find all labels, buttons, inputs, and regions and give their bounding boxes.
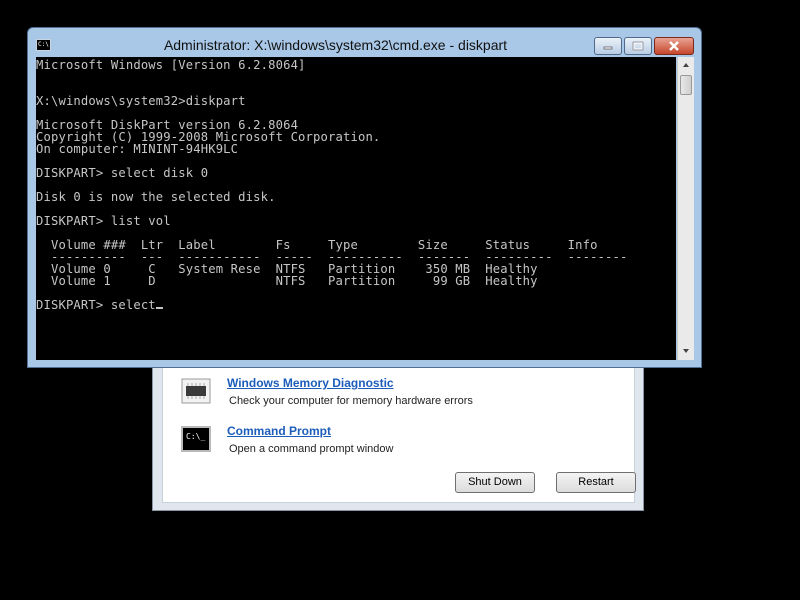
console-line: Microsoft Windows [Version 6.2.8064] [36,58,306,72]
cmd-window: C:\ Administrator: X:\windows\system32\c… [27,27,702,368]
scroll-down-arrow-icon[interactable] [678,343,694,359]
recovery-options-list: Windows Memory Diagnostic Check your com… [162,356,636,503]
command-prompt-link[interactable]: Command Prompt [227,424,331,438]
maximize-button[interactable] [624,37,652,55]
memory-diagnostic-description: Check your computer for memory hardware … [229,395,473,407]
restart-button[interactable]: Restart [556,472,636,493]
scrollbar-thumb[interactable] [680,75,692,95]
minimize-button[interactable] [594,37,622,55]
console-line: X:\windows\system32>diskpart [36,94,246,108]
close-button[interactable] [654,37,694,55]
shut-down-button[interactable]: Shut Down [455,472,535,493]
close-icon [669,41,679,51]
scroll-up-arrow-icon[interactable] [678,57,694,73]
console-line: DISKPART> list vol [36,214,171,228]
vertical-scrollbar[interactable] [677,57,694,360]
command-prompt-description: Open a command prompt window [229,443,394,455]
command-prompt-icon: C:\_ [181,426,211,452]
minimize-icon [603,46,613,50]
memory-chip-icon [181,378,211,404]
console-text: Microsoft Windows [Version 6.2.8064] X:\… [36,57,676,311]
command-prompt-icon-text: C:\_ [186,432,206,441]
console-line: Volume 1 D NTFS Partition 99 GB Healthy [36,274,538,288]
console-line: DISKPART> select [36,298,156,312]
text-cursor [155,307,163,309]
console-line: Disk 0 is now the selected disk. [36,190,276,204]
maximize-icon [632,41,644,51]
recovery-options-panel: Windows Memory Diagnostic Check your com… [152,355,644,511]
console-line: On computer: MININT-94HK9LC [36,142,239,156]
console-output[interactable]: Microsoft Windows [Version 6.2.8064] X:\… [36,57,676,360]
console-line: DISKPART> select disk 0 [36,166,209,180]
window-title: Administrator: X:\windows\system32\cmd.e… [163,37,508,53]
memory-diagnostic-link[interactable]: Windows Memory Diagnostic [227,376,394,390]
